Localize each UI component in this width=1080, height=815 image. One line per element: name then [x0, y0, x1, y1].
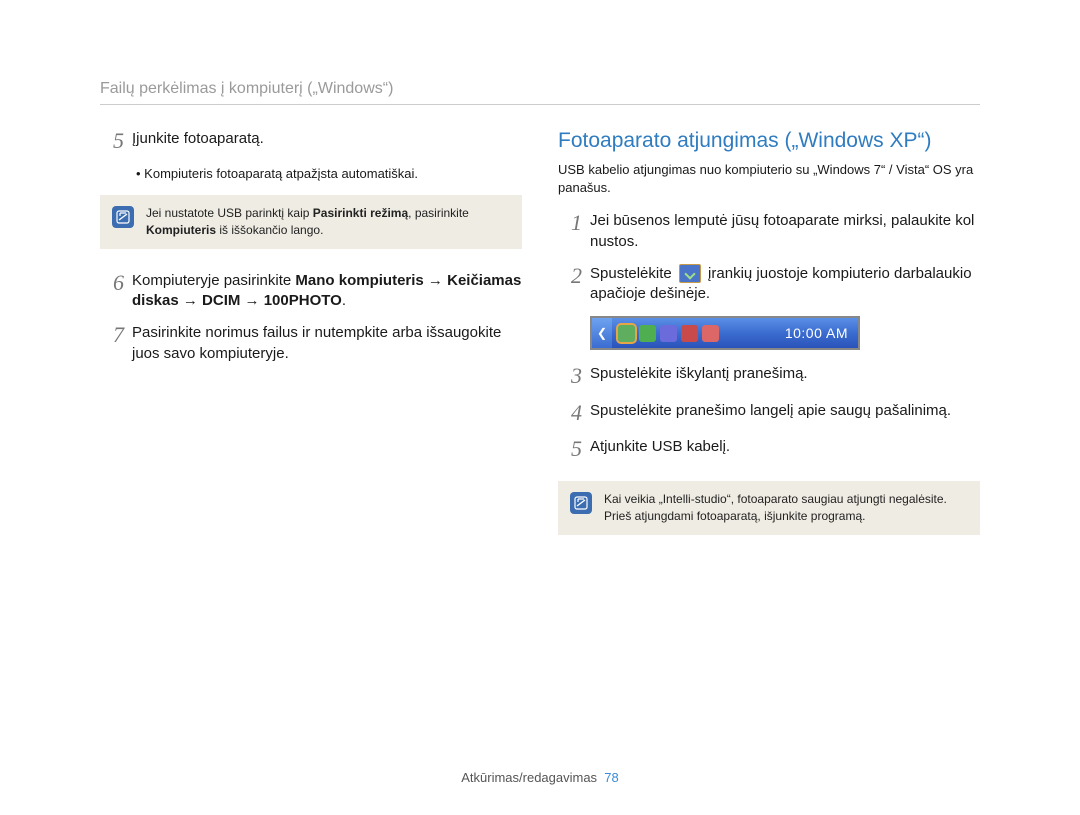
step-text: Pasirinkite norimus failus ir nutempkite… — [132, 323, 522, 364]
note-line: Prieš atjungdami fotoaparatą, išjunkite … — [604, 509, 865, 523]
footer-section: Atkūrimas/redagavimas — [461, 770, 597, 785]
note-text: Kai veikia „Intelli-studio“, fotoaparato… — [604, 491, 947, 525]
step-2-right: 2 Spustelėkite įrankių juostoje kompiute… — [558, 264, 980, 305]
step-number: 1 — [558, 211, 582, 235]
arrow: → — [179, 292, 202, 309]
note-bold: Kompiuteris — [146, 223, 216, 237]
step-number: 3 — [558, 364, 582, 388]
step-number: 7 — [100, 323, 124, 347]
taskbar-tray-icons — [612, 325, 725, 342]
note-box-right: Kai veikia „Intelli-studio“, fotoaparato… — [558, 481, 980, 535]
note-bold: Pasirinkti režimą — [313, 206, 408, 220]
step-text: Atjunkite USB kabelį. — [590, 437, 980, 457]
frag: . — [342, 292, 346, 309]
frag: Kompiuteryje pasirinkite — [132, 272, 295, 289]
step-text: Spustelėkite iškylantį pranešimą. — [590, 364, 980, 384]
frag: Spustelėkite — [590, 265, 676, 282]
taskbar-clock: 10:00 AM — [775, 325, 858, 341]
step-text: Įjunkite fotoaparatą. — [132, 129, 522, 149]
page: Failų perkėlimas į kompiuterį („Windows“… — [0, 0, 1080, 815]
step-4-right: 4 Spustelėkite pranešimo langelį apie sa… — [558, 401, 980, 425]
taskbar-image: ❮ 10:00 AM — [590, 316, 860, 350]
step-text: Kompiuteryje pasirinkite Mano kompiuteri… — [132, 271, 522, 312]
step-6-left: 6 Kompiuteryje pasirinkite Mano kompiute… — [100, 271, 522, 312]
step-text: Spustelėkite pranešimo langelį apie saug… — [590, 401, 980, 421]
arrow: → — [240, 292, 263, 309]
step-text: Spustelėkite įrankių juostoje kompiuteri… — [590, 264, 980, 305]
page-header-title: Failų perkėlimas į kompiuterį („Windows“… — [100, 80, 980, 98]
note-frag: iš iššokančio lango. — [216, 223, 323, 237]
left-column: 5 Įjunkite fotoaparatą. Kompiuteris foto… — [100, 129, 522, 557]
step-1-right: 1 Jei būsenos lemputė jūsų fotoaparate m… — [558, 211, 980, 252]
step-text: Jei būsenos lemputė jūsų fotoaparate mir… — [590, 211, 980, 252]
header-divider — [100, 104, 980, 105]
safely-remove-hardware-icon — [679, 264, 701, 283]
step-number: 4 — [558, 401, 582, 425]
step-5-bullet: Kompiuteris fotoaparatą atpažįsta automa… — [136, 165, 522, 183]
bold: 100PHOTO — [264, 292, 342, 309]
tray-icon — [702, 325, 719, 342]
tray-icon — [660, 325, 677, 342]
step-7-left: 7 Pasirinkite norimus failus ir nutempki… — [100, 323, 522, 364]
step-5-right: 5 Atjunkite USB kabelį. — [558, 437, 980, 461]
step-5-left: 5 Įjunkite fotoaparatą. — [100, 129, 522, 153]
taskbar-chevron-icon: ❮ — [592, 318, 612, 348]
note-icon — [112, 206, 134, 228]
page-footer: Atkūrimas/redagavimas 78 — [0, 770, 1080, 785]
content-columns: 5 Įjunkite fotoaparatą. Kompiuteris foto… — [100, 129, 980, 557]
right-column: Fotoaparato atjungimas („Windows XP“) US… — [558, 129, 980, 557]
page-number: 78 — [604, 770, 618, 785]
step-number: 5 — [100, 129, 124, 153]
bold: Mano kompiuteris — [295, 272, 423, 289]
tray-volume-icon — [681, 325, 698, 342]
step-3-right: 3 Spustelėkite iškylantį pranešimą. — [558, 364, 980, 388]
step-number: 6 — [100, 271, 124, 295]
arrow: → — [424, 272, 447, 289]
note-box-left: Jei nustatote USB parinktį kaip Pasirink… — [100, 195, 522, 249]
tray-icon — [639, 325, 656, 342]
note-text: Jei nustatote USB parinktį kaip Pasirink… — [146, 205, 510, 239]
note-frag: , pasirinkite — [408, 206, 469, 220]
bold: DCIM — [202, 292, 240, 309]
section-subtext: USB kabelio atjungimas nuo kompiuterio s… — [558, 161, 980, 197]
section-heading: Fotoaparato atjungimas („Windows XP“) — [558, 129, 980, 153]
note-frag: Jei nustatote USB parinktį kaip — [146, 206, 313, 220]
tray-safely-remove-icon — [618, 325, 635, 342]
note-line: Kai veikia „Intelli-studio“, fotoaparato… — [604, 492, 947, 506]
step-number: 2 — [558, 264, 582, 288]
step-number: 5 — [558, 437, 582, 461]
note-icon — [570, 492, 592, 514]
